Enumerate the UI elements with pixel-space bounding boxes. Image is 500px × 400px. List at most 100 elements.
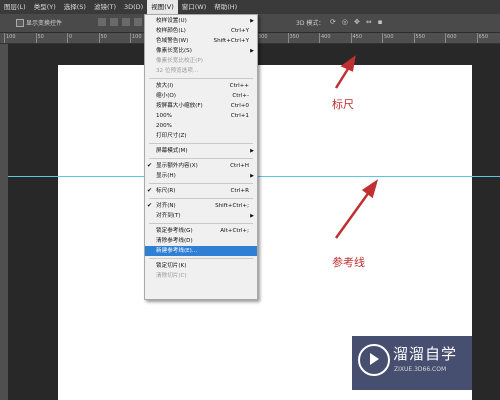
menu-separator — [149, 198, 253, 199]
roll-3d-icon[interactable]: ◎ — [342, 18, 348, 26]
ruler-label: 300 — [258, 34, 268, 40]
menu-item-shortcut: Shift+Ctrl+Y — [213, 38, 249, 44]
menu-item-shortcut: Ctrl+0 — [230, 103, 249, 109]
align-middle-icon[interactable] — [110, 18, 118, 26]
view-menu-item[interactable]: ✔ 标尺(R) Ctrl+R — [145, 186, 257, 196]
view-menu-item[interactable]: 放大(I) Ctrl++ — [145, 81, 257, 91]
menu-item-shortcut: Ctrl+R — [230, 188, 249, 194]
view-menu-item[interactable]: 200% — [145, 121, 257, 131]
checkmark-icon: ✔ — [147, 202, 153, 209]
guide-annotation: 参考线 — [332, 256, 365, 269]
view-menu-item[interactable]: 缩小(O) Ctrl+- — [145, 91, 257, 101]
menu-item-shortcut: Ctrl++ — [229, 83, 249, 89]
menu-separator — [149, 223, 253, 224]
view-menu-item[interactable]: 新建参考线(E)... — [145, 246, 257, 256]
align-top-icon[interactable] — [98, 18, 106, 26]
align-icons — [98, 18, 142, 26]
ruler-tick — [67, 33, 68, 43]
submenu-arrow-icon: ▶ — [250, 148, 254, 154]
scale-3d-icon[interactable]: ▪ — [378, 18, 383, 26]
view-menu-item[interactable]: 校样颜色(L) Ctrl+Y — [145, 26, 257, 36]
menu-item-label: 放大(I) — [156, 83, 174, 89]
auto-transform-label: 显示变换控件 — [26, 20, 63, 27]
ruler-label: 450 — [352, 34, 363, 40]
ruler-tick — [413, 33, 415, 43]
view-menu-item: 像素长宽比校正(P) — [145, 56, 257, 66]
checkmark-icon: ✔ — [147, 187, 153, 194]
menu-item-shortcut: Ctrl+1 — [230, 113, 249, 119]
view-menu-item[interactable]: ✔ 显示额外内容(X) Ctrl+H — [145, 161, 257, 171]
menubar-item[interactable]: 类型(Y) — [30, 0, 60, 14]
menu-item-label: 标尺(R) — [156, 188, 176, 194]
menu-item-label: 对齐(N) — [156, 203, 176, 209]
view-menu-item[interactable]: 锁定切片(K) — [145, 261, 257, 271]
view-menu-item[interactable]: 按屏幕大小缩放(F) Ctrl+0 — [145, 101, 257, 111]
view-menu-item[interactable]: 校样设置(U) ▶ — [145, 16, 257, 26]
ruler-label: 350 — [289, 34, 300, 40]
ruler-tick — [4, 33, 5, 43]
menu-item-label: 像素长宽比(S) — [156, 48, 192, 54]
view-menu-item[interactable]: ✔ 对齐(N) Shift+Ctrl+; — [145, 201, 257, 211]
align-bottom-icon[interactable] — [122, 18, 130, 26]
menu-item-shortcut: Shift+Ctrl+; — [215, 203, 249, 209]
ruler-label: 100 — [132, 34, 142, 40]
menu-item-label: 清除切片(C) — [156, 273, 187, 279]
ruler-label: 600 — [447, 34, 457, 40]
ruler-tick — [35, 33, 37, 43]
ruler-tick — [287, 33, 289, 43]
pan-3d-icon[interactable]: ✥ — [354, 18, 360, 26]
vertical-ruler[interactable] — [0, 44, 8, 400]
menu-item-label: 新建参考线(E)... — [156, 248, 198, 254]
ruler-tick — [445, 33, 446, 43]
view-menu-item[interactable]: 屏幕模式(M) ▶ — [145, 146, 257, 156]
view-menu-item[interactable]: 显示(H) ▶ — [145, 171, 257, 181]
menu-separator — [149, 143, 253, 144]
ruler-label: 100 — [6, 34, 16, 40]
menubar-item[interactable]: 滤镜(T) — [90, 0, 120, 14]
view-menu-item[interactable]: 对齐到(T) ▶ — [145, 211, 257, 221]
view-menu-item[interactable]: 100% Ctrl+1 — [145, 111, 257, 121]
ruler-tick — [130, 33, 131, 43]
ruler-label: 550 — [415, 34, 426, 40]
view-menu-item: 32 位预览选项... — [145, 66, 257, 76]
menubar-item[interactable]: 图层(L) — [0, 0, 30, 14]
menu-item-label: 屏幕模式(M) — [156, 148, 188, 154]
align-left-icon[interactable] — [134, 18, 142, 26]
menu-item-label: 像素长宽比校正(P) — [156, 58, 203, 64]
menubar-item[interactable]: 视图(V) — [147, 0, 178, 14]
menu-item-label: 100% — [156, 113, 172, 119]
menubar-item[interactable]: 帮助(H) — [210, 0, 241, 14]
menu-separator — [149, 78, 253, 79]
menu-item-shortcut: Ctrl+- — [232, 93, 249, 99]
view-menu-item[interactable]: 色域警告(W) Shift+Ctrl+Y — [145, 36, 257, 46]
checkmark-icon: ✔ — [147, 162, 153, 169]
view-menu-item[interactable]: 清除参考线(D) — [145, 236, 257, 246]
menubar-item[interactable]: 3D(D) — [120, 0, 147, 14]
menu-item-label: 按屏幕大小缩放(F) — [156, 103, 203, 109]
view-menu-item: 清除切片(C) — [145, 271, 257, 281]
menu-separator — [149, 258, 253, 259]
menu-item-label: 锁定切片(K) — [156, 263, 187, 269]
menu-item-label: 缩小(O) — [156, 93, 176, 99]
ruler-label: 650 — [478, 34, 489, 40]
menu-separator — [149, 158, 253, 159]
auto-transform-checkbox[interactable] — [16, 19, 24, 27]
menu-item-shortcut: Alt+Ctrl+; — [220, 228, 249, 234]
menu-item-label: 显示额外内容(X) — [156, 163, 198, 169]
slide-3d-icon[interactable]: ⇔ — [366, 18, 372, 26]
view-menu-item[interactable]: 像素长宽比(S) ▶ — [145, 46, 257, 56]
view-menu-item[interactable]: 锁定参考线(G) Alt+Ctrl+; — [145, 226, 257, 236]
menubar-item[interactable]: 选择(S) — [60, 0, 90, 14]
watermark-url: ZIXUE.3D66.COM — [394, 366, 447, 373]
3d-tool-icons: ⟳ ◎ ✥ ⇔ ▪ — [330, 18, 382, 26]
view-menu-dropdown: 校样设置(U) ▶ 校样颜色(L) Ctrl+Y 色域警告(W) Shift+Ctrl+Y… — [144, 14, 258, 300]
menubar-item[interactable]: 窗口(W) — [178, 0, 211, 14]
view-menu-item[interactable]: 打印尺寸(Z) — [145, 131, 257, 141]
watermark-name: 溜溜自学 — [393, 345, 458, 363]
rotate-3d-icon[interactable]: ⟳ — [330, 18, 336, 26]
menu-item-label: 显示(H) — [156, 173, 176, 179]
ruler-tick — [319, 33, 320, 43]
menu-item-label: 色域警告(W) — [156, 38, 189, 44]
ruler-label: 50 — [100, 34, 107, 40]
submenu-arrow-icon: ▶ — [250, 173, 254, 179]
